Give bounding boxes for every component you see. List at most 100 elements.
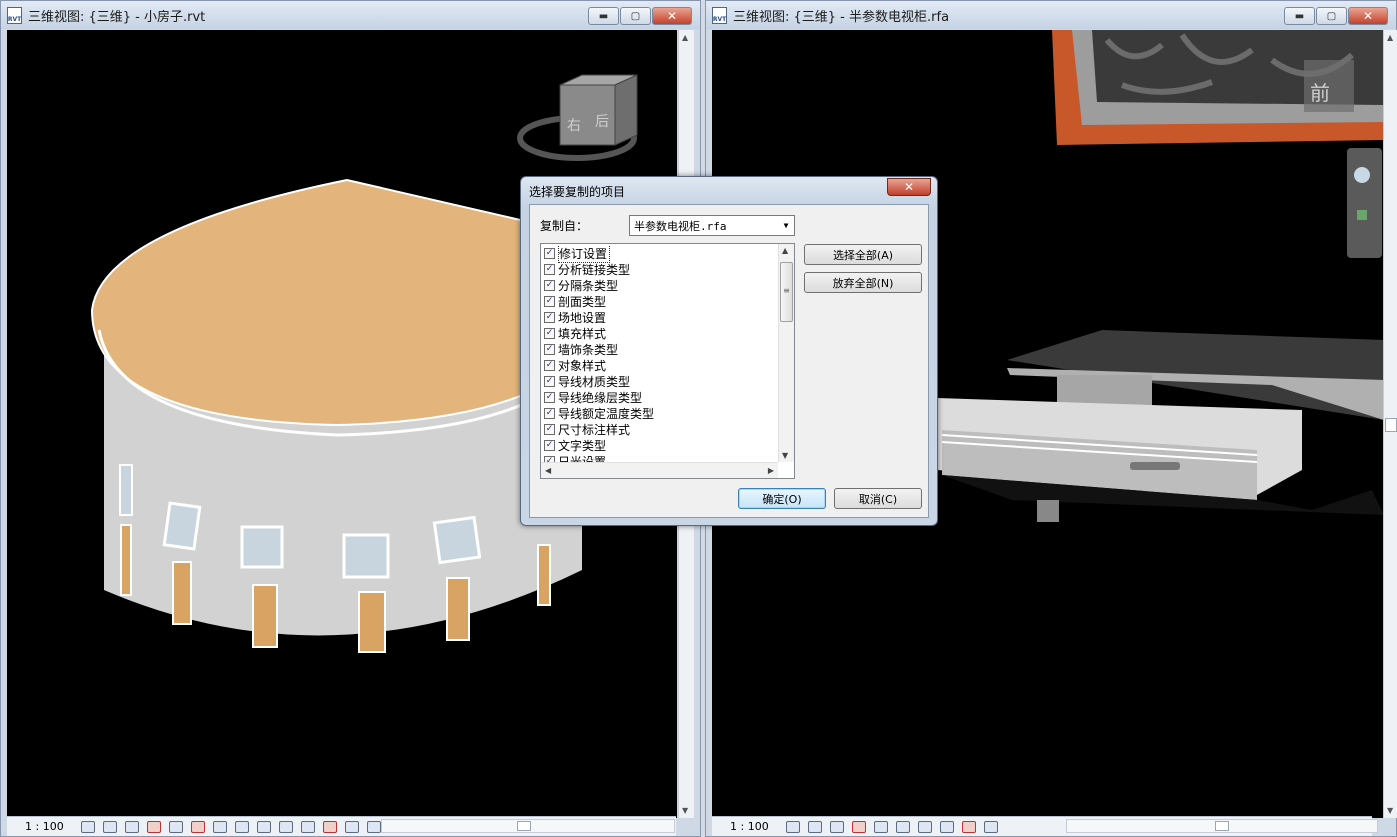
select-all-button[interactable]: 选择全部(A) bbox=[804, 244, 922, 265]
scroll-down-icon[interactable]: ▼ bbox=[1387, 806, 1393, 815]
maximize-button[interactable]: ▢ bbox=[620, 7, 651, 25]
scroll-right-icon[interactable]: ▶ bbox=[768, 466, 774, 475]
render-icon[interactable] bbox=[169, 820, 183, 833]
visual-style-icon[interactable] bbox=[808, 820, 822, 833]
drawer-handle bbox=[1130, 462, 1180, 470]
list-item-label: 导线绝缘层类型 bbox=[558, 390, 643, 405]
list-item-label: 场地设置 bbox=[558, 310, 607, 325]
right-horizontal-scrollbar[interactable] bbox=[1066, 819, 1378, 833]
rvt-document-icon: RVT bbox=[712, 6, 727, 24]
checkbox[interactable]: ✓ bbox=[544, 327, 555, 339]
list-item[interactable]: ✓ 填充样式 bbox=[541, 325, 778, 341]
minimize-button[interactable]: ▬ bbox=[588, 7, 619, 25]
maximize-button[interactable]: ▢ bbox=[1316, 7, 1347, 25]
detail-level-icon[interactable] bbox=[786, 820, 800, 833]
close-button[interactable]: ✕ bbox=[652, 7, 692, 25]
list-item[interactable]: ✓ 对象样式 bbox=[541, 357, 778, 373]
list-item[interactable]: ✓ 尺寸标注样式 bbox=[541, 421, 778, 437]
list-item[interactable]: ✓ 修订设置 bbox=[541, 245, 778, 263]
list-item[interactable]: ✓ 导线绝缘层类型 bbox=[541, 389, 778, 405]
cancel-button[interactable]: 取消(C) bbox=[834, 488, 922, 509]
list-item[interactable]: ✓ 导线材质类型 bbox=[541, 373, 778, 389]
checkbox[interactable]: ✓ bbox=[544, 359, 555, 371]
right-vertical-scrollbar[interactable]: ▲ ▼ bbox=[1383, 30, 1397, 818]
list-item[interactable]: ✓ 导线额定温度类型 bbox=[541, 405, 778, 421]
shadows-icon[interactable] bbox=[147, 820, 161, 833]
list-item[interactable]: ✓ 文字类型 bbox=[541, 437, 778, 453]
analytical-model-icon[interactable] bbox=[323, 820, 337, 833]
checkbox[interactable]: ✓ bbox=[544, 439, 555, 451]
checkbox[interactable]: ✓ bbox=[544, 407, 555, 419]
scroll-left-icon[interactable]: ◀ bbox=[545, 466, 551, 475]
dialog-body: 复制自： 半参数电视柜.rfa ▼ ✓ 修订设置 ✓ 分析链接类型 ✓ 分隔条类型 ✓ 剖面类… bbox=[529, 204, 929, 518]
highlight-icon[interactable] bbox=[345, 820, 359, 833]
crop-view-icon[interactable] bbox=[896, 820, 910, 833]
left-horizontal-scrollbar[interactable] bbox=[381, 819, 675, 833]
scroll-down-icon[interactable]: ▼ bbox=[682, 806, 688, 815]
scroll-up-icon[interactable]: ▲ bbox=[1387, 33, 1393, 42]
copy-from-dropdown[interactable]: 半参数电视柜.rfa ▼ bbox=[629, 215, 795, 236]
visual-style-icon[interactable] bbox=[103, 820, 117, 833]
checkbox[interactable]: ✓ bbox=[544, 311, 555, 323]
left-view-titlebar[interactable]: RVT 三维视图: {三维} - 小房子.rvt ▬ ▢ ✕ bbox=[1, 1, 700, 29]
list-item-label: 尺寸标注样式 bbox=[558, 422, 631, 437]
checkbox[interactable]: ✓ bbox=[544, 247, 555, 259]
checkbox[interactable]: ✓ bbox=[544, 279, 555, 291]
view-scale[interactable]: 1 : 100 bbox=[7, 820, 77, 833]
checkbox[interactable]: ✓ bbox=[544, 343, 555, 355]
shadows-icon[interactable] bbox=[852, 820, 866, 833]
ok-button[interactable]: 确定(O) bbox=[738, 488, 826, 509]
chevron-down-icon[interactable]: ▼ bbox=[778, 216, 794, 235]
reveal-hidden-icon[interactable] bbox=[918, 820, 932, 833]
checkbox[interactable]: ✓ bbox=[544, 423, 555, 435]
list-item[interactable]: ✓ 场地设置 bbox=[541, 309, 778, 325]
items-checklist[interactable]: ✓ 修订设置 ✓ 分析链接类型 ✓ 分隔条类型 ✓ 剖面类型 ✓ 场地设置 ✓ 填充样式 ✓ 墙饰条类型 ✓… bbox=[540, 243, 795, 479]
checkbox[interactable]: ✓ bbox=[544, 391, 555, 403]
analytical-model-icon[interactable] bbox=[962, 820, 976, 833]
crop-view-icon[interactable] bbox=[191, 820, 205, 833]
left-horizontal-scroll-thumb[interactable] bbox=[517, 821, 531, 831]
sun-path-icon[interactable] bbox=[125, 820, 139, 833]
temporary-view-icon[interactable] bbox=[940, 820, 954, 833]
right-vertical-scroll-thumb[interactable] bbox=[1385, 418, 1397, 432]
reveal-hidden-icon[interactable] bbox=[279, 820, 293, 833]
window bbox=[119, 464, 133, 516]
temporary-hide-icon[interactable] bbox=[257, 820, 271, 833]
list-item[interactable]: ✓ 墙饰条类型 bbox=[541, 341, 778, 357]
scroll-up-icon[interactable]: ▲ bbox=[682, 33, 688, 42]
list-scroll-thumb[interactable]: ≡ bbox=[780, 262, 793, 322]
close-button[interactable]: ✕ bbox=[1348, 7, 1388, 25]
checkbox[interactable]: ✓ bbox=[544, 295, 555, 307]
checkbox[interactable]: ✓ bbox=[544, 375, 555, 387]
crop-region-icon[interactable] bbox=[213, 820, 227, 833]
window bbox=[162, 501, 202, 551]
sun-path-icon[interactable] bbox=[830, 820, 844, 833]
lock-3d-view-icon[interactable] bbox=[235, 820, 249, 833]
constraints-icon[interactable] bbox=[367, 820, 381, 833]
minimize-button[interactable]: ▬ bbox=[1284, 7, 1315, 25]
list-item-label: 导线额定温度类型 bbox=[558, 406, 655, 421]
constraints-icon[interactable] bbox=[984, 820, 998, 833]
list-item[interactable]: ✓ 分隔条类型 bbox=[541, 277, 778, 293]
list-item[interactable]: ✓ 剖面类型 bbox=[541, 293, 778, 309]
list-item[interactable]: ✓ 分析链接类型 bbox=[541, 261, 778, 277]
scroll-down-icon[interactable]: ▼ bbox=[782, 451, 788, 460]
dialog-close-button[interactable]: ✕ bbox=[887, 178, 931, 196]
detail-level-icon[interactable] bbox=[81, 820, 95, 833]
checkbox[interactable]: ✓ bbox=[544, 263, 555, 275]
door bbox=[537, 544, 551, 606]
scroll-up-icon[interactable]: ▲ bbox=[782, 246, 788, 255]
temporary-view-icon[interactable] bbox=[301, 820, 315, 833]
right-horizontal-scroll-thumb[interactable] bbox=[1215, 821, 1229, 831]
dialog-title: 选择要复制的项目 bbox=[529, 185, 626, 199]
clear-all-button[interactable]: 放弃全部(N) bbox=[804, 272, 922, 293]
zoom-icon bbox=[1357, 210, 1367, 220]
right-view-titlebar[interactable]: RVT 三维视图: {三维} - 半参数电视柜.rfa ▬ ▢ ✕ bbox=[706, 1, 1396, 29]
view-scale[interactable]: 1 : 100 bbox=[712, 820, 782, 833]
list-vertical-scrollbar[interactable]: ▲ ≡ ▼ bbox=[778, 244, 794, 462]
viewcube-front-label: 前 bbox=[1310, 81, 1330, 105]
render-icon[interactable] bbox=[874, 820, 888, 833]
list-horizontal-scrollbar[interactable]: ◀ ▶ bbox=[541, 462, 778, 478]
list-item[interactable]: ✓ 日光设置 bbox=[541, 453, 778, 462]
steering-wheel-icon bbox=[1354, 167, 1370, 183]
